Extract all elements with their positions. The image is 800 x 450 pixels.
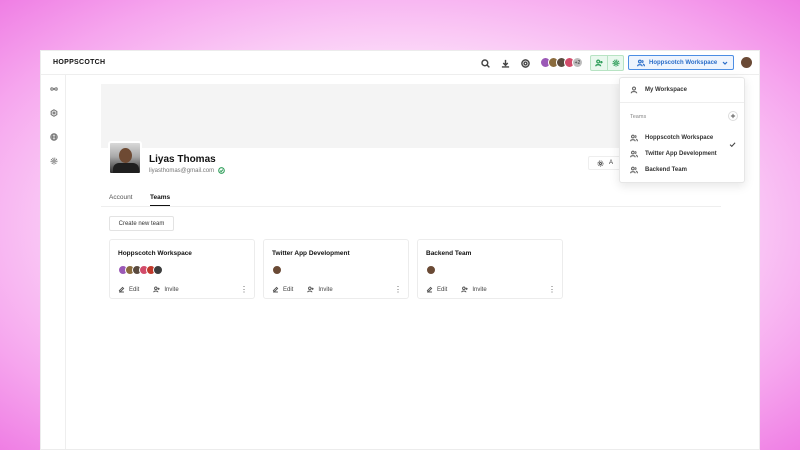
member-avatar[interactable] xyxy=(426,265,436,275)
profile-name: Liyas Thomas xyxy=(149,154,216,165)
brand-logo[interactable]: HOPPSCOTCH xyxy=(53,59,105,66)
edit-label: Edit xyxy=(437,286,448,293)
add-team-icon[interactable] xyxy=(728,111,738,121)
app-window: HOPPSCOTCH +2 Hoppscotch Workspace Liyas… xyxy=(40,50,760,450)
more-options-icon[interactable]: ⋮ xyxy=(394,285,402,293)
more-options-icon[interactable]: ⋮ xyxy=(240,285,248,293)
create-team-button[interactable]: Create new team xyxy=(109,216,174,231)
team-card: Twitter App Development Edit Invite ⋮ xyxy=(263,239,409,299)
dropdown-item-team[interactable]: Backend Team xyxy=(630,166,687,174)
profile-email: liyasthomas@gmail.com xyxy=(149,167,225,174)
team-card-title: Backend Team xyxy=(426,250,472,257)
download-icon[interactable] xyxy=(499,57,511,69)
profile-tabs: Account Teams xyxy=(101,191,721,207)
sidebar-rail xyxy=(41,75,66,449)
globe-icon[interactable] xyxy=(48,131,59,142)
edit-icon xyxy=(426,286,433,293)
team-settings-icon[interactable] xyxy=(607,56,623,70)
dropdown-item-team[interactable]: Twitter App Development xyxy=(630,150,717,158)
edit-label: Edit xyxy=(129,286,140,293)
verified-icon xyxy=(218,167,225,174)
more-options-icon[interactable]: ⋮ xyxy=(548,285,556,293)
gear-icon xyxy=(597,159,604,167)
edit-label: Edit xyxy=(283,286,294,293)
team-card-actions: Edit Invite ⋮ xyxy=(118,285,248,293)
invite-label: Invite xyxy=(472,286,487,293)
help-icon[interactable] xyxy=(519,57,531,69)
edit-team-button[interactable]: Edit xyxy=(426,286,447,293)
users-icon xyxy=(637,59,645,66)
dropdown-item-my-workspace[interactable]: My Workspace xyxy=(630,86,687,94)
users-icon xyxy=(630,166,638,174)
profile-email-text: liyasthomas@gmail.com xyxy=(149,167,215,174)
chevron-down-icon xyxy=(722,61,728,65)
users-icon xyxy=(630,150,638,158)
member-avatar[interactable] xyxy=(153,265,163,275)
check-icon xyxy=(729,135,736,153)
user-avatar[interactable] xyxy=(741,57,752,68)
tab-account[interactable]: Account xyxy=(109,194,133,201)
workspace-selector-label: Hoppscotch Workspace xyxy=(649,59,718,66)
edit-icon xyxy=(118,286,125,293)
invite-label: Invite xyxy=(318,286,333,293)
dropdown-item-label: Backend Team xyxy=(645,167,687,173)
invite-team-button[interactable]: Invite xyxy=(153,286,179,293)
top-bar: HOPPSCOTCH +2 Hoppscotch Workspace xyxy=(41,51,759,75)
team-action-group xyxy=(590,55,624,71)
user-icon xyxy=(630,86,638,94)
edit-team-button[interactable]: Edit xyxy=(272,286,293,293)
invite-team-button[interactable]: Invite xyxy=(461,286,487,293)
team-card: Backend Team Edit Invite ⋮ xyxy=(417,239,563,299)
graphql-icon[interactable] xyxy=(48,107,59,118)
dropdown-item-label: Hoppscotch Workspace xyxy=(645,135,714,141)
team-card: Hoppscotch Workspace Edit Invite ⋮ xyxy=(109,239,255,299)
team-card-actions: Edit Invite ⋮ xyxy=(272,285,402,293)
team-card-title: Hoppscotch Workspace xyxy=(118,250,192,257)
invite-user-icon xyxy=(307,286,314,293)
invite-team-button[interactable]: Invite xyxy=(307,286,333,293)
dropdown-divider xyxy=(620,102,744,103)
dropdown-item-team[interactable]: Hoppscotch Workspace xyxy=(630,134,713,142)
team-member-avatars[interactable] xyxy=(272,265,282,275)
workspace-selector-button[interactable]: Hoppscotch Workspace xyxy=(628,55,734,70)
profile-avatar xyxy=(108,141,142,175)
invite-user-icon xyxy=(461,286,468,293)
invite-user-icon[interactable] xyxy=(591,56,607,70)
search-icon[interactable] xyxy=(479,57,491,69)
member-avatar[interactable] xyxy=(272,265,282,275)
team-card-title: Twitter App Development xyxy=(272,250,350,257)
invite-label: Invite xyxy=(164,286,179,293)
collaborator-avatar[interactable]: +2 xyxy=(572,57,583,68)
gear-icon[interactable] xyxy=(48,155,59,166)
dropdown-item-label: My Workspace xyxy=(645,87,687,93)
dropdown-section-label: Teams xyxy=(630,114,647,120)
team-card-actions: Edit Invite ⋮ xyxy=(426,285,556,293)
collaborator-avatars[interactable]: +2 xyxy=(540,57,583,68)
rest-api-icon[interactable] xyxy=(48,83,59,94)
invite-user-icon xyxy=(153,286,160,293)
edit-icon xyxy=(272,286,279,293)
users-icon xyxy=(630,134,638,142)
team-member-avatars[interactable] xyxy=(426,265,436,275)
settings-button-label: A xyxy=(609,160,614,166)
dropdown-item-label: Twitter App Development xyxy=(645,151,717,157)
tab-teams[interactable]: Teams xyxy=(150,194,171,206)
workspace-dropdown: My Workspace Teams Hoppscotch Workspace … xyxy=(619,77,745,183)
team-member-avatars[interactable] xyxy=(118,265,163,275)
edit-team-button[interactable]: Edit xyxy=(118,286,139,293)
